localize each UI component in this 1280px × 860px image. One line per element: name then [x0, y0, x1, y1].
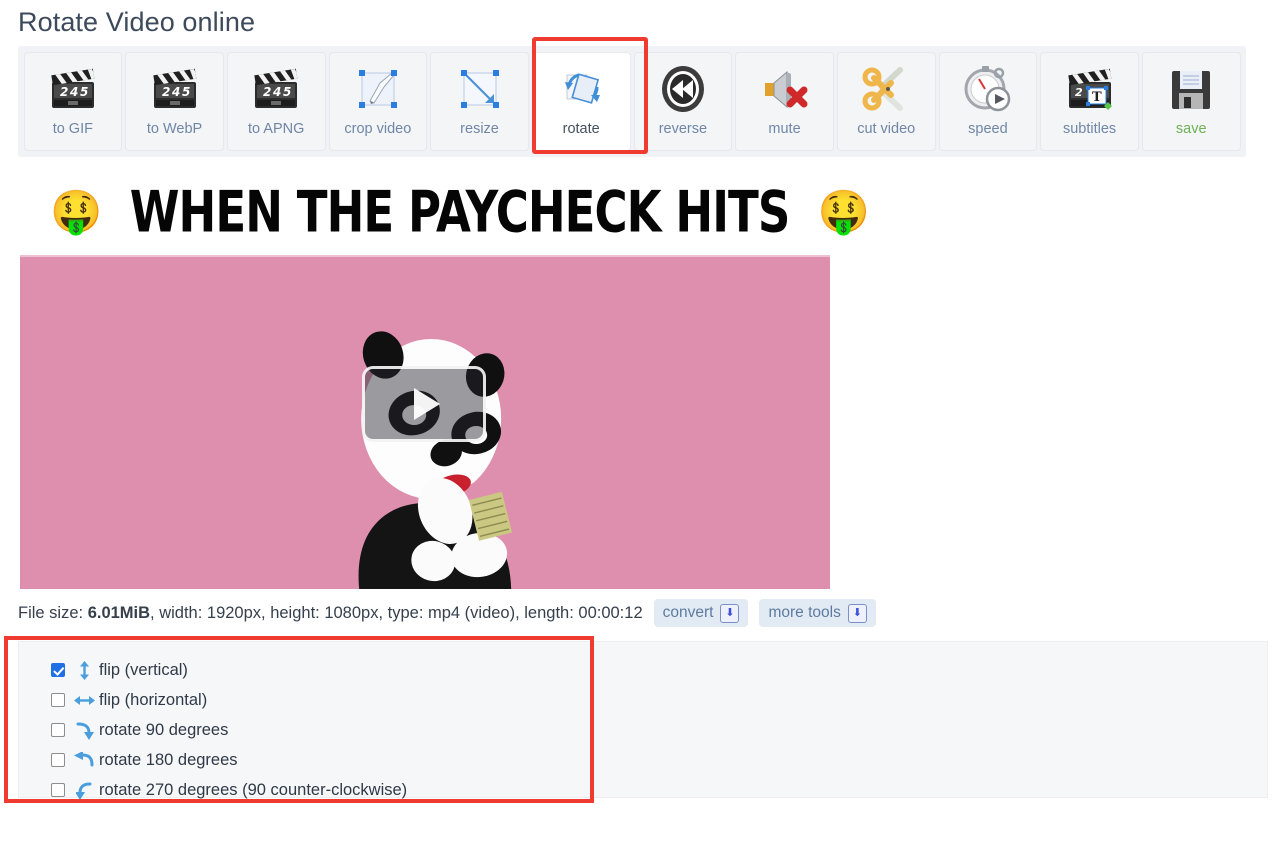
clapperboard-text-icon: 2 T: [1067, 68, 1112, 110]
svg-text:5: 5: [80, 85, 88, 99]
file-info-row: File size: 6.01MiB, width: 1920px, heigh…: [18, 598, 1280, 628]
option-label: flip (vertical): [99, 661, 188, 679]
tools-toolbar: 2 4 5 to GIF 2 4 5 to WebP 2 4 5 to APNG…: [18, 37, 1246, 157]
tool-label: cut video: [857, 121, 916, 137]
checkbox-rotate-90[interactable]: [51, 723, 65, 737]
play-button[interactable]: [362, 366, 486, 442]
tool-label: subtitles: [1062, 121, 1117, 137]
tool-resize[interactable]: resize: [430, 52, 529, 151]
option-rotate-270[interactable]: rotate 270 degrees (90 counter-clockwise…: [51, 775, 407, 805]
rotate-options-list: flip (vertical) flip (horizontal) rotate…: [51, 655, 407, 805]
tool-label: to GIF: [52, 121, 93, 137]
tool-rotate[interactable]: rotate: [531, 52, 631, 151]
scissors-icon: [862, 67, 904, 111]
svg-text:2: 2: [1075, 86, 1083, 99]
resize-handles-icon: [460, 70, 499, 108]
svg-text:5: 5: [283, 85, 291, 99]
tool-subtitles[interactable]: 2 T subtitles: [1040, 52, 1139, 151]
meme-caption-row: 🤑 WHEN THE PAYCHECK HITS 🤑: [0, 178, 1280, 246]
checkbox-rotate-180[interactable]: [51, 753, 65, 767]
svg-text:2: 2: [263, 85, 271, 99]
stopwatch-play-icon: [964, 66, 1011, 112]
option-label: rotate 90 degrees: [99, 721, 229, 739]
tool-to-webp[interactable]: 2 4 5 to WebP: [125, 52, 224, 151]
clapperboard-icon: 2 4 5: [152, 68, 196, 108]
money-mouth-emoji-right: 🤑: [817, 188, 870, 235]
more-tools-button[interactable]: more tools ⬇: [759, 599, 876, 627]
tool-speed[interactable]: speed: [938, 52, 1038, 151]
arrow-left-right-icon: [72, 694, 96, 707]
option-rotate-180[interactable]: rotate 180 degrees: [51, 745, 407, 775]
checkbox-flip-vertical[interactable]: [51, 663, 65, 677]
page-title: Rotate Video online: [18, 7, 256, 37]
play-triangle-icon: [414, 388, 440, 420]
convert-button-label: convert: [662, 604, 714, 621]
option-label: rotate 180 degrees: [99, 751, 238, 769]
option-rotate-90[interactable]: rotate 90 degrees: [51, 715, 407, 745]
tool-label: crop video: [344, 121, 412, 137]
option-label: flip (horizontal): [99, 691, 208, 709]
curved-arrow-down-right-icon: [72, 721, 96, 740]
curved-arrow-left-icon: [72, 752, 96, 768]
money-mouth-emoji-left: 🤑: [50, 188, 103, 235]
file-info-rest: , width: 1920px, height: 1080px, type: m…: [150, 604, 643, 622]
svg-text:4: 4: [171, 85, 180, 99]
tool-crop-video[interactable]: crop video: [328, 52, 428, 151]
svg-text:4: 4: [272, 85, 281, 99]
svg-text:4: 4: [69, 85, 78, 99]
tool-label: resize: [460, 121, 499, 137]
tool-label: mute: [768, 121, 801, 137]
tool-to-gif[interactable]: 2 4 5 to GIF: [23, 52, 123, 151]
tool-cut-video[interactable]: cut video: [836, 52, 936, 151]
tool-label: reverse: [658, 121, 708, 137]
svg-text:2: 2: [60, 85, 68, 99]
clapperboard-icon: 2 4 5: [254, 68, 298, 108]
speaker-mute-icon: [764, 70, 808, 109]
floppy-disk-icon: [1172, 71, 1211, 109]
option-flip-vertical[interactable]: flip (vertical): [51, 655, 407, 685]
tool-mute[interactable]: mute: [735, 52, 834, 151]
rotate-pages-icon: [565, 73, 601, 104]
curved-arrow-down-left-icon: [72, 781, 96, 800]
svg-text:2: 2: [162, 85, 170, 99]
option-flip-horizontal[interactable]: flip (horizontal): [51, 685, 407, 715]
convert-button[interactable]: convert ⬇: [653, 599, 749, 627]
file-size-prefix: File size:: [18, 604, 88, 622]
option-label: rotate 270 degrees (90 counter-clockwise…: [99, 781, 408, 799]
arrow-up-down-icon: [72, 660, 96, 680]
file-size-value: 6.01MiB: [87, 604, 151, 622]
tool-to-apng[interactable]: 2 4 5 to APNG: [226, 52, 326, 151]
svg-text:5: 5: [182, 85, 190, 99]
tool-label: to WebP: [146, 121, 203, 137]
meme-caption-text: WHEN THE PAYCHECK HITS: [130, 178, 791, 246]
tool-label: speed: [968, 121, 1008, 137]
chevron-down-icon: ⬇: [847, 603, 867, 623]
tool-reverse[interactable]: reverse: [633, 52, 733, 151]
crop-pen-icon: [358, 70, 397, 108]
checkbox-flip-horizontal[interactable]: [51, 693, 65, 707]
chevron-down-icon: ⬇: [720, 603, 740, 623]
clapperboard-icon: 2 4 5: [51, 68, 95, 108]
tool-label: rotate: [562, 121, 600, 137]
rotate-options-panel: flip (vertical) flip (horizontal) rotate…: [4, 636, 1268, 803]
more-tools-button-label: more tools: [768, 604, 841, 621]
file-info-text: File size: 6.01MiB, width: 1920px, heigh…: [18, 602, 643, 624]
svg-text:T: T: [1092, 90, 1102, 105]
tool-label: to APNG: [247, 121, 305, 137]
rewind-icon: [661, 66, 704, 112]
tool-label: save: [1175, 121, 1207, 137]
checkbox-rotate-270[interactable]: [51, 783, 65, 797]
tool-save[interactable]: save: [1141, 52, 1241, 151]
